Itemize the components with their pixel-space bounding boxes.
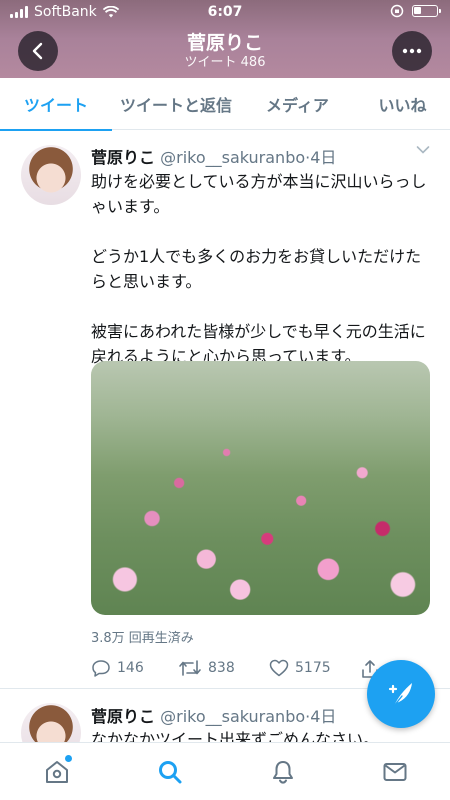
tweet-time: ·4日 — [305, 148, 337, 167]
tab-tweets[interactable]: ツイート — [0, 78, 112, 131]
retweet-icon — [179, 660, 201, 676]
author-name[interactable]: 菅原りこ — [91, 707, 155, 726]
nav-search[interactable] — [155, 757, 185, 787]
tweet-video-thumbnail[interactable] — [91, 361, 430, 615]
avatar[interactable] — [21, 703, 81, 742]
notification-dot — [65, 755, 72, 762]
heart-icon — [269, 659, 289, 677]
status-bar: SoftBank 6:07 — [0, 0, 450, 24]
battery-icon — [412, 5, 441, 17]
messages-icon — [383, 763, 407, 781]
reply-count: 146 — [117, 660, 144, 676]
home-icon — [46, 761, 68, 783]
author-name[interactable]: 菅原りこ — [91, 148, 155, 167]
author-handle: @riko__sakuranbo — [160, 707, 306, 726]
chevron-down-icon[interactable] — [416, 145, 430, 155]
tweet-text: 助けを必要としている方が本当に沢山いらっしゃいます。 どうか1人でも多くのお力を… — [91, 172, 427, 366]
tab-likes[interactable]: いいね — [355, 78, 450, 130]
more-horizontal-icon — [402, 48, 422, 54]
status-time: 6:07 — [207, 4, 243, 20]
view-count: 3.8万 回再生済み — [91, 631, 194, 646]
more-button[interactable] — [392, 31, 432, 71]
tweet-time: ·4日 — [305, 707, 337, 726]
tweet-actions: 146 838 5175 — [91, 659, 391, 679]
orientation-lock-icon — [390, 4, 404, 18]
like-count: 5175 — [295, 660, 331, 676]
nav-home[interactable] — [42, 755, 72, 787]
nav-messages[interactable] — [380, 757, 410, 787]
tab-tweets-and-replies[interactable]: ツイートと返信 — [112, 78, 240, 130]
search-icon — [159, 761, 182, 784]
compose-tweet-button[interactable] — [367, 660, 435, 728]
bottom-navigation — [0, 742, 450, 800]
notifications-icon — [273, 761, 293, 784]
profile-header: SoftBank 6:07 菅原りこ ツイート 486 — [0, 0, 450, 78]
reply-icon — [92, 660, 110, 677]
avatar[interactable] — [21, 145, 81, 205]
tweet-count: ツイート 486 — [184, 55, 266, 70]
like-button[interactable]: 5175 — [269, 659, 331, 677]
profile-tabs: ツイート ツイートと返信 メディア いいね — [0, 78, 450, 131]
nav-notifications[interactable] — [268, 757, 298, 787]
tweet-header: 菅原りこ @riko__sakuranbo·4日 — [91, 144, 430, 168]
battery-fill — [414, 7, 421, 14]
tweet[interactable]: 菅原りこ @riko__sakuranbo·4日 助けを必要としている方が本当に… — [0, 131, 450, 689]
author-handle: @riko__sakuranbo — [160, 148, 306, 167]
status-right — [390, 4, 441, 18]
tab-media[interactable]: メディア — [240, 78, 355, 130]
retweet-count: 838 — [208, 660, 235, 676]
retweet-button[interactable]: 838 — [178, 659, 235, 677]
reply-button[interactable]: 146 — [91, 659, 144, 677]
tweet-text: なかなかツイート出来ずごめんなさい。 — [91, 730, 380, 742]
compose-feather-icon — [388, 683, 412, 707]
